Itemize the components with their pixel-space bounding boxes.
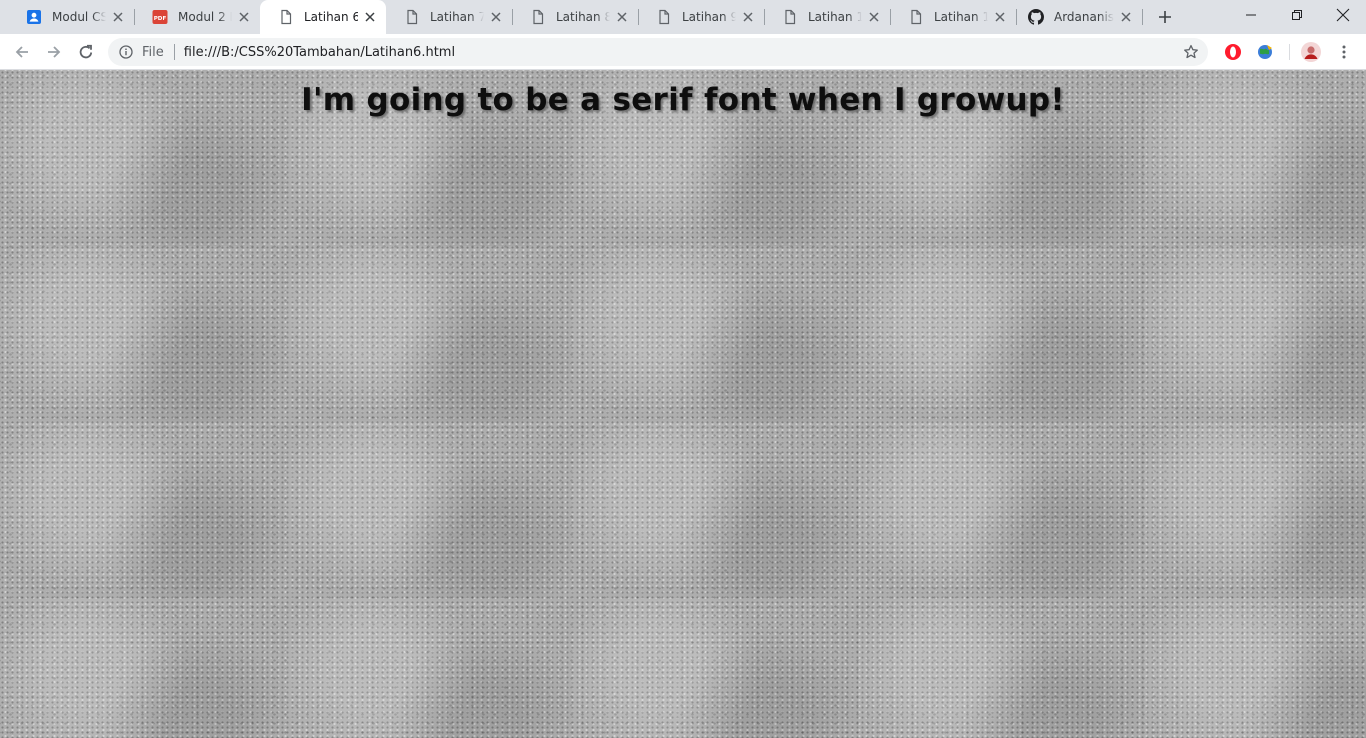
url-text[interactable]: file:///B:/CSS%20Tambahan/Latihan6.html [184, 45, 455, 60]
close-tab-icon[interactable] [236, 9, 252, 25]
tab-divider [1142, 9, 1143, 25]
tab-title: Latihan 8 [556, 10, 610, 24]
address-bar[interactable]: File file:///B:/CSS%20Tambahan/Latihan6.… [108, 38, 1208, 66]
close-tab-icon[interactable] [488, 9, 504, 25]
document-icon [530, 9, 546, 25]
tab-latihan-7[interactable]: Latihan 7 [386, 0, 512, 34]
new-tab-button[interactable] [1154, 6, 1176, 28]
menu-kebab-icon[interactable] [1334, 42, 1354, 62]
close-tab-icon[interactable] [992, 9, 1008, 25]
back-button[interactable] [8, 38, 36, 66]
tab-modul-css[interactable]: Modul CSS [8, 0, 134, 34]
close-tab-icon[interactable] [740, 9, 756, 25]
omnibox-divider [173, 44, 175, 60]
document-icon [782, 9, 798, 25]
info-icon[interactable] [118, 44, 134, 60]
document-icon [908, 9, 924, 25]
tab-title: Latihan 6 [304, 10, 358, 24]
tab-title: Modul 2 Ex [178, 10, 232, 24]
reload-icon [79, 44, 93, 59]
scheme-chip[interactable]: File [142, 45, 164, 60]
tab-latihan-6[interactable]: Latihan 6 [260, 0, 386, 34]
document-icon [404, 9, 420, 25]
tab-title: Modul CSS [52, 10, 106, 24]
page-viewport: I'm going to be a serif font when I grow… [0, 70, 1366, 738]
tab-github[interactable]: Ardananisn [1016, 0, 1142, 34]
tab-latihan-8[interactable]: Latihan 8 [512, 0, 638, 34]
bookmark-star-icon[interactable] [1182, 43, 1200, 61]
document-icon [656, 9, 672, 25]
tab-latihan-10[interactable]: Latihan 10 [764, 0, 890, 34]
opera-extension-icon[interactable] [1223, 42, 1243, 62]
close-tab-icon[interactable] [1118, 9, 1134, 25]
tab-latihan-9[interactable]: Latihan 9 [638, 0, 764, 34]
avatar[interactable] [1301, 42, 1321, 62]
reload-button[interactable] [72, 38, 100, 66]
close-window-button[interactable] [1320, 0, 1366, 30]
forward-button[interactable] [40, 38, 68, 66]
minimize-icon [1246, 14, 1256, 16]
close-tab-icon[interactable] [362, 9, 378, 25]
restore-icon [1292, 10, 1302, 20]
google-account-icon [26, 9, 42, 25]
close-tab-icon[interactable] [614, 9, 630, 25]
page-heading: I'm going to be a serif font when I grow… [301, 82, 1065, 118]
minimize-button[interactable] [1228, 0, 1274, 30]
svg-text:PDF: PDF [154, 16, 167, 22]
arrow-right-icon [48, 46, 61, 58]
tab-modul-2[interactable]: PDF Modul 2 Ex [134, 0, 260, 34]
globe-extension-icon[interactable] [1255, 42, 1275, 62]
tab-strip: Modul CSS PDF Modul 2 Ex Latihan 6 Latih… [0, 0, 1366, 34]
toolbar-divider [1289, 44, 1290, 60]
close-tab-icon[interactable] [110, 9, 126, 25]
pdf-icon: PDF [152, 9, 168, 25]
close-icon [1336, 8, 1350, 22]
tab-title: Ardananisn [1054, 10, 1114, 24]
tab-title: Latihan 7 [430, 10, 484, 24]
browser-toolbar: File file:///B:/CSS%20Tambahan/Latihan6.… [0, 34, 1366, 70]
plus-icon [1159, 11, 1171, 23]
tab-latihan-11[interactable]: Latihan 11 [890, 0, 1016, 34]
close-tab-icon[interactable] [866, 9, 882, 25]
tab-title: Latihan 10 [808, 10, 862, 24]
github-icon [1028, 9, 1044, 25]
document-icon [278, 9, 294, 25]
tab-title: Latihan 11 [934, 10, 988, 24]
restore-button[interactable] [1274, 0, 1320, 30]
tab-title: Latihan 9 [682, 10, 736, 24]
arrow-left-icon [15, 46, 28, 58]
